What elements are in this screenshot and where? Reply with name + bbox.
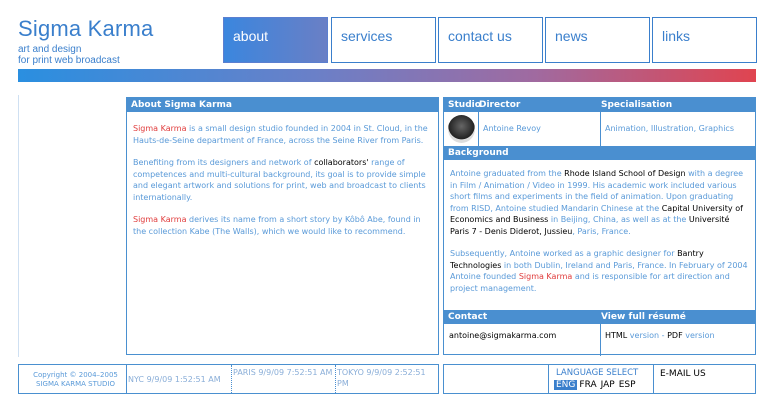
clock-paris: PARIS 9/9/09 7:52:51 AM — [233, 368, 333, 377]
contact-header: Contact — [448, 312, 488, 322]
background-paragraph-1: Antoine graduated from the Rhode Island … — [450, 168, 750, 237]
director-photo — [448, 115, 475, 143]
studio-panel: Studio Director Specialisation Antoine R… — [443, 97, 756, 356]
clock-nyc: NYC 9/9/09 1:52:51 AM — [128, 375, 221, 384]
language-select: ENG FRA JAP ESP — [554, 380, 638, 390]
nav-links[interactable]: links — [652, 17, 757, 63]
spec-divider — [600, 112, 601, 146]
copyright-line1: Copyright © 2004–2005 — [33, 371, 118, 379]
nav-news[interactable]: news — [545, 17, 650, 63]
resume-header: View full résumé — [601, 312, 686, 322]
studio-header-row: Studio Director Specialisation — [444, 98, 755, 112]
bg-t4: , Paris, France. — [572, 226, 631, 236]
director-header: Director — [479, 100, 521, 110]
footer-right-divider-2 — [653, 365, 654, 393]
clock-divider-0 — [126, 365, 127, 393]
tagline-line2: for print web broadcast — [18, 55, 120, 66]
background-header: Background — [444, 146, 755, 160]
specialisation-value: Animation, Illustration, Graphics — [605, 124, 734, 133]
site-tagline: art and design for print web broadcast — [18, 44, 120, 66]
collaborators-link[interactable]: collaborators' — [314, 158, 369, 167]
director-name[interactable]: Antoine Revoy — [483, 123, 541, 135]
about-p2-text: Benefiting from its designers and networ… — [133, 158, 315, 167]
resume-sep: - — [659, 331, 668, 340]
lang-jap[interactable]: JAP — [599, 380, 617, 390]
brand-link-2[interactable]: Sigma Karma — [133, 215, 186, 224]
copyright: Copyright © 2004–2005 SIGMA KARMA STUDIO — [28, 371, 123, 389]
background-paragraph-2: Subsequently, Antoine worked as a graphi… — [450, 248, 750, 294]
lang-esp[interactable]: ESP — [617, 380, 638, 390]
contact-row: antoine@sigmakarma.com HTML version - PD… — [444, 324, 755, 356]
director-divider — [478, 112, 479, 146]
contact-email[interactable]: antoine@sigmakarma.com — [449, 330, 556, 342]
brand-link-3[interactable]: Sigma Karma — [519, 272, 572, 281]
brand-link[interactable]: Sigma Karma — [133, 124, 186, 133]
bg-t3: in Beijing, China, as well as at the — [548, 215, 689, 224]
lang-fra[interactable]: FRA — [577, 380, 598, 390]
about-text: Sigma Karma is a small design studio fou… — [127, 112, 438, 237]
left-divider — [18, 95, 19, 357]
pdf-version[interactable]: version — [683, 331, 714, 340]
director-row: Antoine Revoy Animation, Illustration, G… — [444, 112, 755, 146]
footer-right-divider-1 — [548, 365, 549, 393]
clock-divider-1 — [231, 365, 232, 393]
about-header: About Sigma Karma — [127, 98, 438, 112]
email-us-link[interactable]: E-MAIL US — [660, 369, 706, 379]
clock-tokyo: TOKYO 9/9/09 2:52:51 PM — [337, 368, 426, 388]
studio-header: Studio — [448, 100, 481, 110]
resume-links: HTML version - PDF version — [605, 330, 715, 342]
risd-link[interactable]: Rhode Island School of Design — [564, 169, 685, 178]
nav-about[interactable]: about — [223, 17, 328, 63]
html-version[interactable]: version — [627, 331, 659, 340]
clock-divider-2 — [335, 365, 336, 393]
bg-t1: Antoine graduated from the — [450, 169, 565, 178]
background-text: Antoine graduated from the Rhode Island … — [444, 160, 755, 310]
about-paragraph-2: Benefiting from its designers and networ… — [133, 157, 432, 203]
nav-services[interactable]: services — [331, 17, 436, 63]
contact-divider — [600, 324, 601, 356]
footer-left: Copyright © 2004–2005 SIGMA KARMA STUDIO… — [18, 364, 439, 394]
copyright-line2: SIGMA KARMA STUDIO — [36, 380, 115, 388]
contact-header-row: Contact View full résumé — [444, 310, 755, 324]
site-title: Sigma Karma — [18, 16, 154, 41]
nav-contact-us[interactable]: contact us — [438, 17, 543, 63]
bg-t5: Subsequently, Antoine worked as a graphi… — [450, 249, 678, 258]
about-paragraph-3: Sigma Karma derives its name from a shor… — [133, 214, 432, 237]
html-link[interactable]: HTML — [605, 331, 627, 340]
about-paragraph-1: Sigma Karma is a small design studio fou… — [133, 123, 432, 146]
footer-right: LANGUAGE SELECT ENG FRA JAP ESP E-MAIL US — [443, 364, 756, 394]
pdf-link[interactable]: PDF — [667, 331, 683, 340]
lang-eng[interactable]: ENG — [554, 380, 578, 390]
tagline-line1: art and design — [18, 44, 82, 55]
about-panel: About Sigma Karma Sigma Karma is a small… — [126, 97, 439, 355]
specialisation-header: Specialisation — [601, 100, 673, 110]
language-label: LANGUAGE SELECT — [556, 368, 639, 378]
gradient-bar — [18, 69, 756, 82]
